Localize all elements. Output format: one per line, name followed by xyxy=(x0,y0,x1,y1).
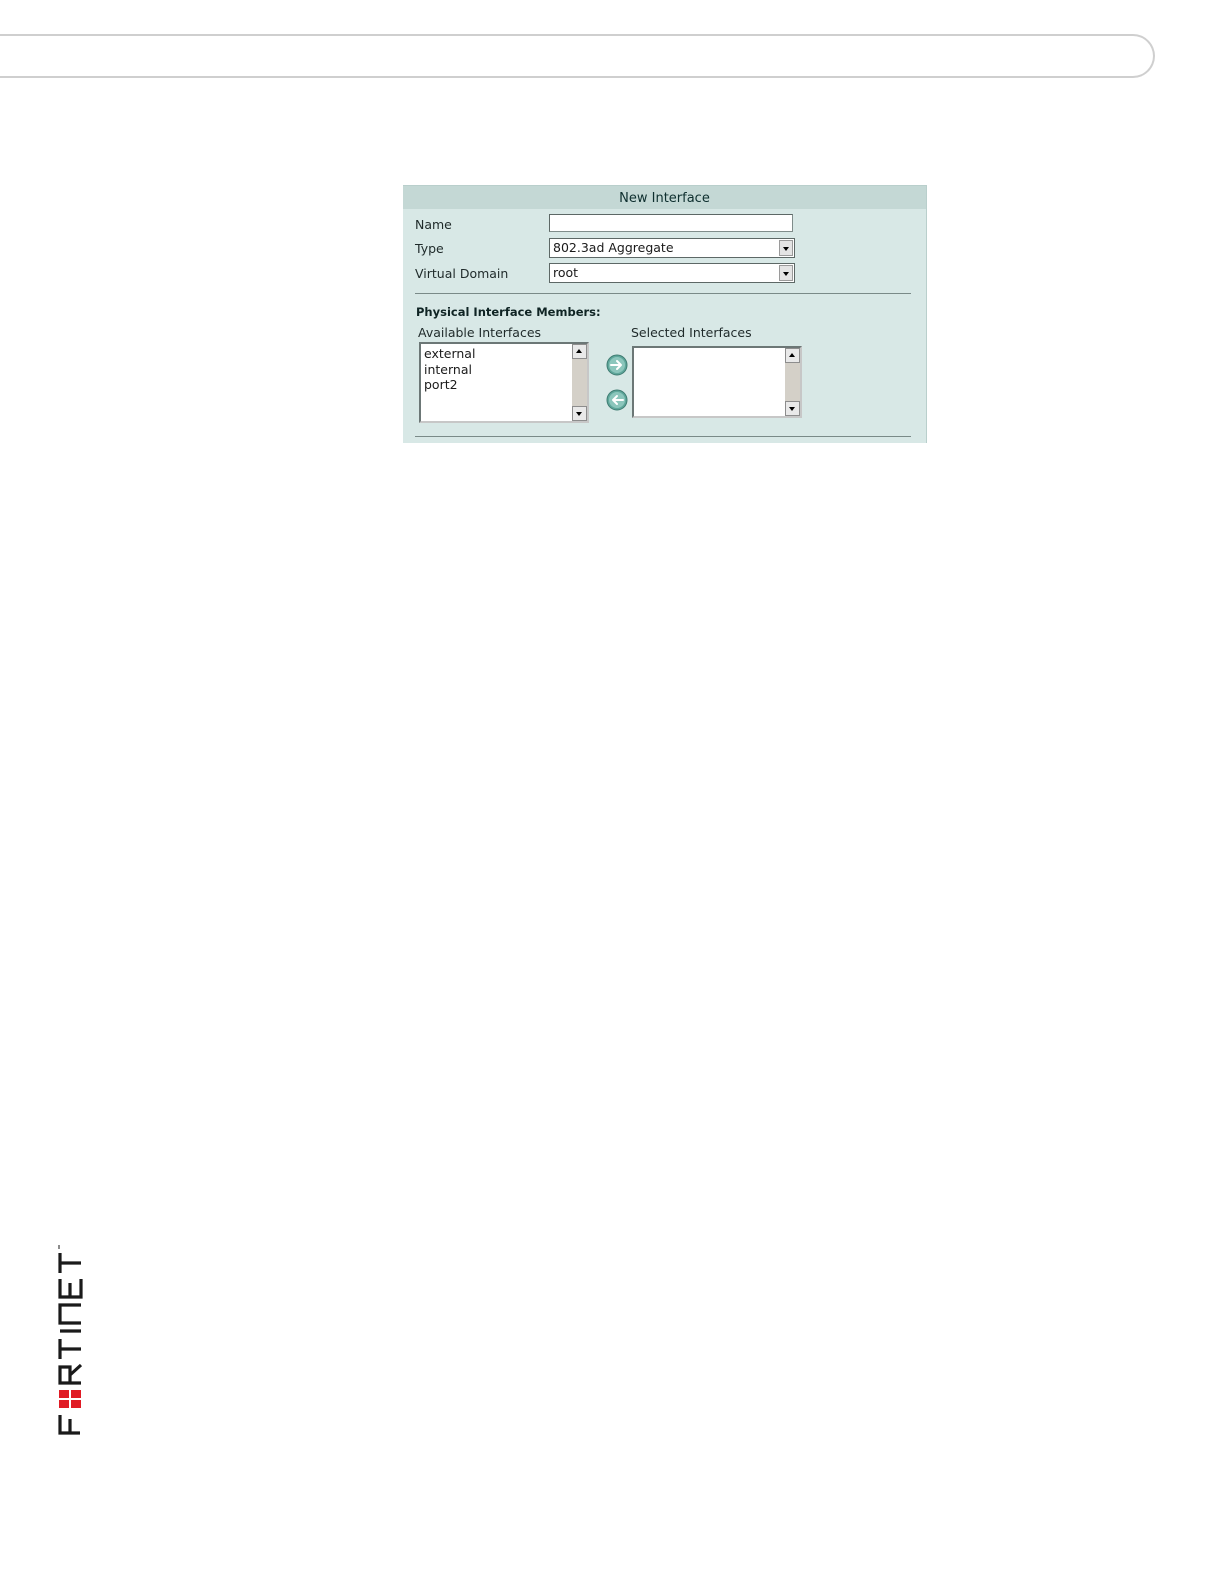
new-interface-dialog: New Interface Name Type 802.3ad Aggregat… xyxy=(403,185,927,443)
remove-interface-button[interactable] xyxy=(606,389,628,411)
scroll-down-icon[interactable] xyxy=(572,406,587,421)
divider xyxy=(415,436,911,437)
list-item[interactable]: internal xyxy=(424,362,475,378)
chevron-down-icon[interactable] xyxy=(779,265,793,281)
section-title-physical-members: Physical Interface Members: xyxy=(416,305,601,319)
type-select[interactable]: 802.3ad Aggregate xyxy=(549,238,795,258)
arrow-right-circle-icon xyxy=(606,354,628,376)
name-input[interactable] xyxy=(549,214,793,232)
available-interfaces-list[interactable]: external internal port2 xyxy=(419,342,589,423)
type-select-value: 802.3ad Aggregate xyxy=(553,240,674,255)
page-header-bar xyxy=(0,34,1155,78)
name-label: Name xyxy=(415,217,452,232)
chevron-down-icon[interactable] xyxy=(779,240,793,256)
selected-interfaces-label: Selected Interfaces xyxy=(631,325,752,340)
list-item[interactable]: external xyxy=(424,346,475,362)
available-interfaces-label: Available Interfaces xyxy=(418,325,542,340)
list-item[interactable]: port2 xyxy=(424,377,475,393)
available-list-scrollbar[interactable] xyxy=(572,344,587,421)
virtual-domain-label: Virtual Domain xyxy=(415,266,509,281)
fortinet-logo-icon xyxy=(58,1245,83,1435)
add-interface-button[interactable] xyxy=(606,354,628,376)
virtual-domain-select[interactable]: root xyxy=(549,263,795,283)
arrow-left-circle-icon xyxy=(606,389,628,411)
type-label: Type xyxy=(415,241,444,256)
virtual-domain-select-value: root xyxy=(553,265,579,280)
scroll-down-icon[interactable] xyxy=(785,401,800,416)
dialog-title: New Interface xyxy=(403,186,926,209)
divider xyxy=(415,293,911,294)
scroll-up-icon[interactable] xyxy=(572,344,587,359)
scroll-up-icon[interactable] xyxy=(785,348,800,363)
fortinet-logo xyxy=(58,1195,84,1435)
selected-list-scrollbar[interactable] xyxy=(785,348,800,416)
selected-interfaces-list[interactable] xyxy=(632,346,802,418)
